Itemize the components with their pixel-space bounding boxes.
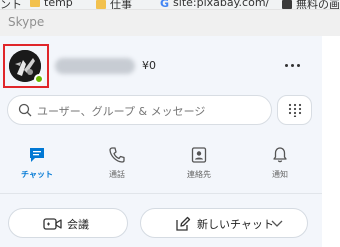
new-chat-button[interactable]: 新しいチャット — [140, 208, 308, 238]
skype-credit: ¥0 — [142, 59, 156, 72]
bookmark-icon — [282, 0, 292, 9]
tab-contacts[interactable]: 連絡先 — [174, 146, 224, 182]
folder-icon — [96, 0, 106, 9]
tab-chat[interactable]: チャット — [12, 146, 62, 182]
chevron-down-icon[interactable] — [271, 220, 283, 228]
search-icon — [18, 103, 32, 117]
more-options-button[interactable] — [281, 56, 305, 76]
bookmark-item-pixabay[interactable]: Gsite:pixabay.com/ — [160, 0, 270, 10]
tab-notifications[interactable]: 通知 — [255, 146, 305, 182]
more-dot — [297, 64, 300, 67]
search-placeholder: ユーザー、グループ & メッセージ — [37, 105, 206, 118]
profile-avatar-button[interactable] — [3, 44, 49, 88]
user-display-name — [55, 58, 135, 74]
new-chat-label: 新しいチャット — [197, 218, 274, 231]
tab-label: 通話 — [109, 170, 125, 179]
chat-icon — [30, 148, 44, 162]
bell-icon — [273, 147, 287, 163]
bookmark-label: temp — [44, 0, 73, 9]
search-input[interactable]: ユーザー、グループ & メッセージ — [7, 95, 272, 125]
bookmark-label: site:pixabay.com/ — [173, 0, 270, 9]
content-pane-edge — [322, 36, 340, 247]
meet-now-button[interactable]: 会議 — [8, 208, 128, 238]
more-dot — [291, 64, 294, 67]
tab-label: 連絡先 — [187, 170, 211, 179]
dialpad-icon — [288, 103, 302, 117]
bookmark-label: 無料の画 — [296, 0, 340, 10]
title-bar: Skype — [0, 10, 340, 36]
tab-label: 通知 — [272, 170, 288, 179]
phone-icon — [109, 147, 125, 163]
bookmark-item-temp[interactable]: temp — [30, 0, 73, 9]
google-icon: G — [160, 0, 170, 10]
folder-icon — [30, 0, 40, 7]
video-camera-icon — [43, 218, 62, 230]
bookmark-item[interactable]: ント — [0, 0, 22, 9]
tab-label: チャット — [21, 170, 53, 179]
bookmarks-bar: ント temp 仕事 Gsite:pixabay.com/ 無料の画 — [0, 0, 340, 10]
dialpad-button[interactable] — [277, 95, 312, 125]
bookmark-item-free[interactable]: 無料の画 — [282, 0, 340, 10]
presence-indicator — [34, 74, 44, 84]
divider — [0, 193, 322, 194]
bookmark-item-work[interactable]: 仕事 — [96, 0, 132, 10]
meet-now-label: 会議 — [67, 218, 89, 231]
contacts-icon — [191, 147, 207, 163]
window-title: Skype — [8, 15, 45, 29]
tab-calls[interactable]: 通話 — [92, 146, 142, 182]
bookmark-label: 仕事 — [110, 0, 132, 10]
more-dot — [285, 64, 288, 67]
compose-icon — [176, 216, 191, 231]
